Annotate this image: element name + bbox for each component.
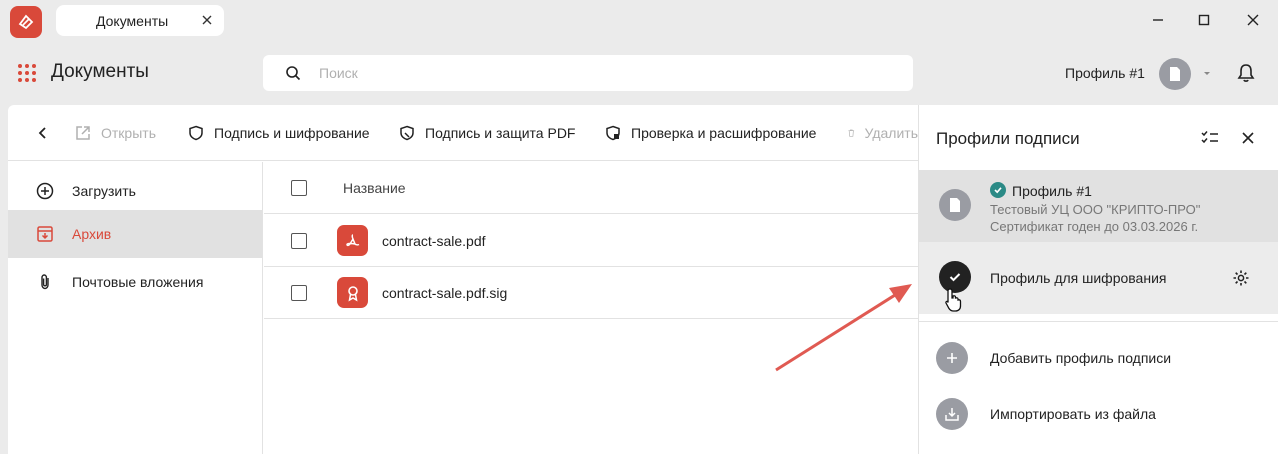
signature-profiles-panel: Профили подписи Профиль #1 Тестовый УЦ О… (918, 105, 1278, 454)
sign-pdf-button[interactable]: Подпись и защита PDF (399, 123, 575, 143)
close-icon (1242, 132, 1254, 144)
delete-button[interactable]: Удалить (848, 123, 918, 143)
select-mode-button[interactable] (1199, 127, 1221, 149)
sidebar-item-mail-attachments[interactable]: Почтовые вложения (8, 258, 262, 306)
row-checkbox[interactable] (291, 284, 307, 301)
close-window-button[interactable] (1243, 10, 1263, 30)
selected-check-icon (990, 182, 1006, 198)
gear-icon[interactable] (1232, 269, 1250, 287)
pen-logo-icon (18, 14, 34, 30)
import-profile-label: Импортировать из файла (990, 406, 1156, 422)
toolbar: Открыть Подпись и шифрование Подпись и з… (8, 105, 918, 161)
current-profile-label[interactable]: Профиль #1 (1065, 65, 1145, 81)
select-all-checkbox[interactable] (291, 179, 307, 196)
sidebar-item-label: Загрузить (72, 183, 136, 199)
trash-icon (848, 129, 855, 137)
external-link-icon (76, 126, 90, 140)
import-icon (936, 398, 968, 430)
profile-validity: Сертификат годен до 03.03.2026 г. (990, 219, 1199, 234)
profile-name: Профиль для шифрования (990, 270, 1167, 286)
tab-close-icon[interactable] (200, 13, 214, 27)
sign-pdf-label: Подпись и защита PDF (425, 125, 576, 141)
page-title: Документы (51, 61, 149, 82)
minimize-button[interactable] (1148, 10, 1168, 30)
profile-issuer: Тестовый УЦ ООО "КРИПТО-ПРО" (990, 202, 1201, 217)
sidebar-item-label: Архив (72, 226, 112, 242)
tab-label: Документы (96, 12, 169, 29)
paperclip-icon (41, 274, 49, 290)
table-row[interactable]: contract-sale.pdf.sig (264, 267, 918, 319)
search-box[interactable] (263, 55, 913, 91)
hand-cursor-icon (945, 288, 962, 312)
signature-file-icon (337, 277, 368, 308)
app-header: Документы Профиль #1 (0, 40, 1278, 104)
divider (919, 321, 1278, 322)
search-icon (286, 66, 301, 81)
chevron-down-icon[interactable] (1202, 68, 1212, 78)
profile-avatar (939, 189, 971, 221)
search-input[interactable] (319, 55, 899, 91)
back-button[interactable] (38, 123, 58, 143)
close-panel-button[interactable] (1237, 127, 1259, 149)
profile-name: Профиль #1 (1012, 183, 1092, 199)
chevron-left-icon (38, 127, 46, 139)
profile-avatar[interactable] (1159, 58, 1191, 90)
sidebar: Загрузить Архив Почтовые вложения (8, 162, 263, 454)
title-bar: Документы (0, 0, 1278, 40)
verify-decrypt-label: Проверка и расшифрование (631, 125, 817, 141)
table-row[interactable]: contract-sale.pdf (264, 215, 918, 267)
shield-icon (189, 125, 203, 141)
maximize-button[interactable] (1194, 10, 1214, 30)
minimize-icon (1153, 19, 1163, 21)
maximize-icon (1198, 14, 1210, 26)
file-name[interactable]: contract-sale.pdf.sig (382, 285, 507, 301)
sidebar-item-archive[interactable]: Архив (8, 210, 262, 258)
sign-encrypt-button[interactable]: Подпись и шифрование (188, 123, 370, 143)
plus-icon (936, 342, 968, 374)
apps-grid-icon[interactable] (18, 64, 36, 82)
verify-decrypt-button[interactable]: Проверка и расшифрование (605, 123, 816, 143)
profile-item-1[interactable]: Профиль #1 Тестовый УЦ ООО "КРИПТО-ПРО" … (919, 170, 1278, 242)
sidebar-item-upload[interactable]: Загрузить (8, 167, 262, 215)
add-profile-label: Добавить профиль подписи (990, 350, 1172, 366)
check-icon (949, 273, 961, 282)
open-label: Открыть (101, 125, 156, 141)
archive-icon (37, 226, 53, 242)
sign-encrypt-label: Подпись и шифрование (214, 125, 370, 141)
sidebar-item-label: Почтовые вложения (72, 274, 204, 290)
document-icon (950, 198, 960, 212)
profile-item-2[interactable]: Профиль для шифрования (919, 242, 1278, 314)
row-checkbox[interactable] (291, 232, 307, 249)
panel-title: Профили подписи (936, 129, 1080, 148)
add-profile-button[interactable]: Добавить профиль подписи (919, 334, 1278, 382)
table-header: Название (264, 162, 918, 214)
tab-documents[interactable]: Документы (56, 5, 224, 36)
shield-lock-icon (606, 125, 620, 141)
import-profile-button[interactable]: Импортировать из файла (919, 390, 1278, 438)
sign-pdf-icon (400, 125, 414, 141)
file-list: Название contract-sale.pdf contract-sale… (264, 162, 918, 454)
bell-icon[interactable] (1235, 62, 1257, 84)
checklist-icon (1201, 131, 1218, 144)
file-name[interactable]: contract-sale.pdf (382, 233, 486, 249)
pdf-icon (337, 225, 368, 256)
close-icon (1247, 14, 1259, 26)
document-icon (1170, 67, 1180, 81)
delete-label: Удалить (864, 125, 918, 141)
open-button[interactable]: Открыть (75, 123, 156, 143)
plus-circle-icon (36, 182, 54, 200)
column-header-name[interactable]: Название (343, 180, 406, 196)
app-logo (10, 6, 42, 38)
